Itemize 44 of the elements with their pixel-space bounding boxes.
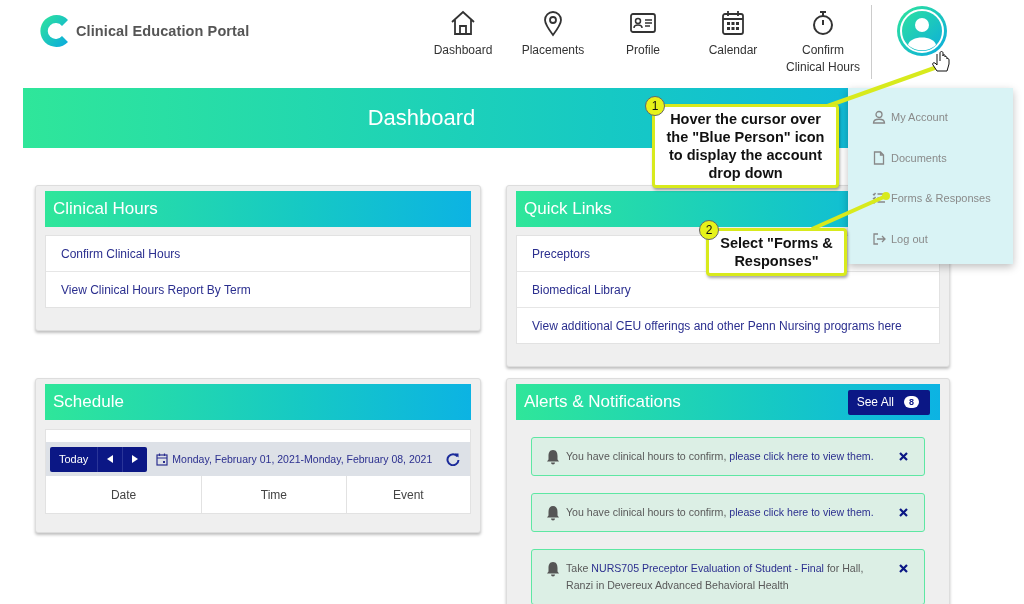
count-badge: 8 (904, 396, 919, 408)
column-header: Date (46, 476, 202, 513)
person-icon (872, 110, 886, 125)
card-title: Schedule (53, 392, 124, 412)
see-all-button[interactable]: See All 8 (847, 389, 930, 415)
left-triangle-icon (107, 455, 114, 463)
bell-icon (546, 449, 560, 465)
alert-link[interactable]: please click here to view them. (729, 506, 874, 518)
nav-link[interactable]: Dashboard (418, 9, 508, 76)
logout-icon (872, 231, 886, 246)
card-link[interactable]: Confirm Clinical Hours (61, 246, 181, 261)
close-icon (899, 452, 908, 461)
nav-link[interactable]: Calendar (688, 9, 778, 76)
bell-icon (546, 505, 560, 521)
card-link[interactable]: View additional CEU offerings and other Penn Nursing programs here (532, 318, 902, 333)
card-link[interactable]: Preceptors (532, 246, 591, 261)
page-title: Dashboard (367, 105, 476, 131)
calendar-icon (156, 452, 169, 466)
bell-icon (546, 561, 560, 577)
close-icon (899, 508, 908, 517)
home-icon (449, 9, 477, 37)
alert-message: You have clinical hours to confirm, please click here to view them. (566, 505, 875, 520)
nav-link[interactable]: Placements (508, 9, 598, 76)
alert-link[interactable]: NURS705 Preceptor Evaluation of Student - Final (591, 562, 824, 574)
card-title: Alerts & Notifications (524, 392, 681, 412)
card-title: Quick Links (524, 199, 612, 219)
close-icon (899, 564, 908, 573)
alert-message: You have clinical hours to confirm, please click here to view them. (566, 449, 875, 464)
card-link[interactable]: Biomedical Library (532, 282, 631, 297)
date-range: Monday, February 01, 2021-Monday, February 08, 2021 (172, 453, 433, 465)
alert-message: Take NURS705 Preceptor Evaluation of Student - Final for Hall, Ranzi in Devereux Advanced Behavioral Health (566, 561, 865, 593)
card-link[interactable]: View Clinical Hours Report By Term (61, 282, 251, 297)
right-triangle-icon (132, 455, 139, 463)
refresh-icon[interactable] (446, 452, 460, 466)
nav-link[interactable]: Profile (598, 9, 688, 76)
column-header: Time (201, 476, 347, 513)
nav-link[interactable]: Confirm Clinical Hours (778, 9, 868, 76)
card-title: Clinical Hours (53, 199, 158, 219)
alert-link[interactable]: please click here to view them. (729, 450, 874, 462)
logo-text: Clinical Education Portal (76, 23, 250, 39)
calendar-icon (719, 9, 747, 37)
column-header: Event (346, 476, 470, 513)
hand-cursor-icon (932, 51, 950, 72)
document-icon (872, 150, 886, 165)
